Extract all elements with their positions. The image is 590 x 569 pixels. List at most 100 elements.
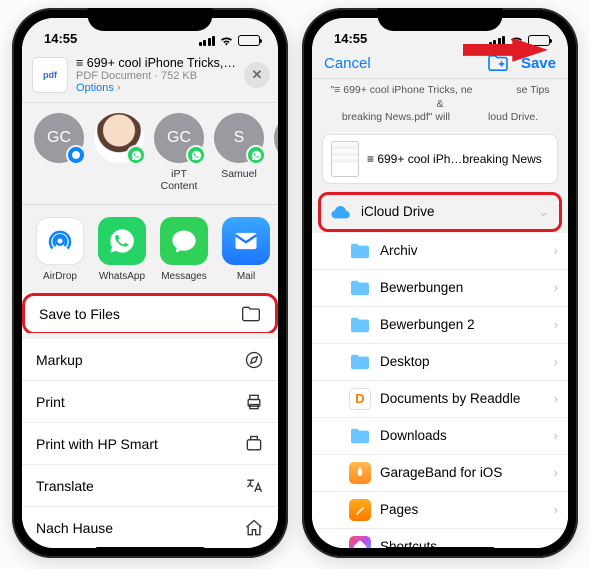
file-card: ≡ 699+ cool iPh…breaking News	[322, 134, 558, 184]
chevron-right-icon: ›	[554, 280, 558, 295]
avatar: GC	[154, 113, 204, 163]
app-label: WhatsApp	[99, 271, 145, 282]
notch	[378, 8, 503, 31]
app-label: Messages	[161, 271, 207, 282]
app-mail[interactable]: Mail	[222, 217, 270, 282]
folder-icon	[348, 350, 372, 374]
app-row: AirDrop WhatsApp Messages Mail	[22, 205, 278, 295]
app-whatsapp[interactable]: WhatsApp	[98, 217, 146, 282]
action-label: Nach Hause	[36, 520, 113, 536]
folder-label: GarageBand for iOS	[380, 465, 546, 480]
airdrop-icon	[36, 217, 84, 265]
messages-icon	[160, 217, 208, 265]
folder-row-pages[interactable]: Pages›	[312, 492, 568, 529]
action-translate[interactable]: Translate	[22, 465, 278, 507]
whatsapp-badge-icon	[246, 145, 266, 165]
whatsapp-icon	[98, 217, 146, 265]
action-print[interactable]: Print	[22, 381, 278, 423]
folder-label: Documents by Readdle	[380, 391, 546, 406]
avatar: GC	[34, 113, 84, 163]
home-indicator	[95, 547, 205, 552]
wifi-icon	[219, 35, 234, 46]
contact-item[interactable]: T	[274, 113, 278, 192]
app-messages[interactable]: Messages	[160, 217, 208, 282]
clock: 14:55	[334, 31, 367, 46]
options-link[interactable]: Options	[76, 82, 114, 94]
chevron-right-icon: ›	[554, 428, 558, 443]
action-hp[interactable]: Print with HP Smart	[22, 423, 278, 465]
save-button[interactable]: Save	[521, 55, 556, 72]
action-label: Markup	[36, 352, 83, 368]
screen-right: 14:55 Cancel Save "≡ 699+ cool iPhone Tr…	[312, 18, 568, 548]
contact-label: iPT Content	[154, 168, 204, 192]
save-info-text: "≡ 699+ cool iPhone Tricks, ne se Tips &…	[312, 79, 568, 130]
action-label: Save to Files	[39, 306, 120, 322]
action-label: Translate	[36, 478, 94, 494]
folder-row-bewerbungen-2[interactable]: Bewerbungen 2 ›	[312, 307, 568, 344]
file-thumbnail-icon	[331, 141, 359, 177]
action-folder[interactable]: Save to Files	[22, 293, 278, 335]
cell-signal-icon	[489, 36, 506, 46]
folder-label: Bewerbungen	[380, 280, 546, 295]
close-icon[interactable]: ✕	[244, 62, 270, 88]
folder-label: Pages	[380, 502, 546, 517]
shortcuts-icon	[348, 535, 372, 548]
app-label: AirDrop	[43, 271, 77, 282]
folder-row-desktop[interactable]: Desktop›	[312, 344, 568, 381]
contact-item[interactable]: GC	[34, 113, 84, 192]
cancel-button[interactable]: Cancel	[324, 55, 371, 72]
app-airdrop[interactable]: AirDrop	[36, 217, 84, 282]
file-card-title: ≡ 699+ cool iPh…breaking News	[367, 152, 542, 166]
folder-row-archiv[interactable]: Archiv›	[312, 233, 568, 270]
pdf-thumbnail: pdf	[32, 57, 68, 93]
wifi-icon	[509, 35, 524, 46]
contact-label: Samuel	[221, 168, 257, 180]
chevron-right-icon: ›	[554, 317, 558, 332]
folder-icon	[241, 304, 261, 324]
mail-icon	[222, 217, 270, 265]
nav-bar: Cancel Save	[312, 48, 568, 79]
avatar: T	[274, 113, 278, 163]
share-header: pdf ≡ 699+ cool iPhone Tricks, new iO… P…	[22, 48, 278, 103]
markup-icon	[244, 350, 264, 370]
airdrop-badge-icon	[66, 145, 86, 165]
folder-icon	[348, 276, 372, 300]
phone-right: 14:55 Cancel Save "≡ 699+ cool iPhone Tr…	[302, 8, 578, 558]
folder-row-downloads[interactable]: Downloads›	[312, 418, 568, 455]
battery-icon	[238, 35, 260, 46]
chevron-right-icon: ›	[554, 465, 558, 480]
chevron-right-icon: ›	[554, 243, 558, 258]
phone-left: 14:55 pdf ≡ 699+ cool iPhone Tricks, new…	[12, 8, 288, 558]
folder-icon	[348, 424, 372, 448]
garage-icon	[348, 461, 372, 485]
folder-label: Bewerbungen 2	[380, 317, 546, 332]
hp-icon	[244, 434, 264, 454]
action-markup[interactable]: Markup	[22, 339, 278, 381]
contact-item[interactable]: S Samuel	[214, 113, 264, 192]
contact-item[interactable]: GC iPT Content	[154, 113, 204, 192]
chevron-right-icon: ›	[554, 391, 558, 406]
screen-left: 14:55 pdf ≡ 699+ cool iPhone Tricks, new…	[22, 18, 278, 548]
action-home[interactable]: Nach Hause	[22, 507, 278, 548]
folder-row-garageband-for-ios[interactable]: GarageBand for iOS ›	[312, 455, 568, 492]
folder-row-documents-by-readdle[interactable]: D Documents by Readdle ›	[312, 381, 568, 418]
pages-icon	[348, 498, 372, 522]
folder-row-bewerbungen[interactable]: Bewerbungen ›	[312, 270, 568, 307]
new-folder-icon[interactable]	[487, 54, 509, 72]
avatar: S	[214, 113, 264, 163]
location-header-icloud[interactable]: iCloud Drive ⌄	[318, 192, 562, 232]
clock: 14:55	[44, 31, 77, 46]
folder-row-shortcuts[interactable]: Shortcuts›	[312, 529, 568, 548]
contact-item[interactable]	[94, 113, 144, 192]
readdle-icon: D	[348, 387, 372, 411]
folder-icon	[348, 239, 372, 263]
chevron-right-icon: ›	[554, 539, 558, 548]
action-label: Print	[36, 394, 65, 410]
document-subtitle: PDF Document · 752 KB Options ›	[76, 70, 236, 94]
cell-signal-icon	[199, 36, 216, 46]
document-title: ≡ 699+ cool iPhone Tricks, new iO…	[76, 56, 236, 70]
battery-icon	[528, 35, 550, 46]
translate-icon	[244, 476, 264, 496]
notch	[88, 8, 213, 31]
home-icon	[244, 518, 264, 538]
